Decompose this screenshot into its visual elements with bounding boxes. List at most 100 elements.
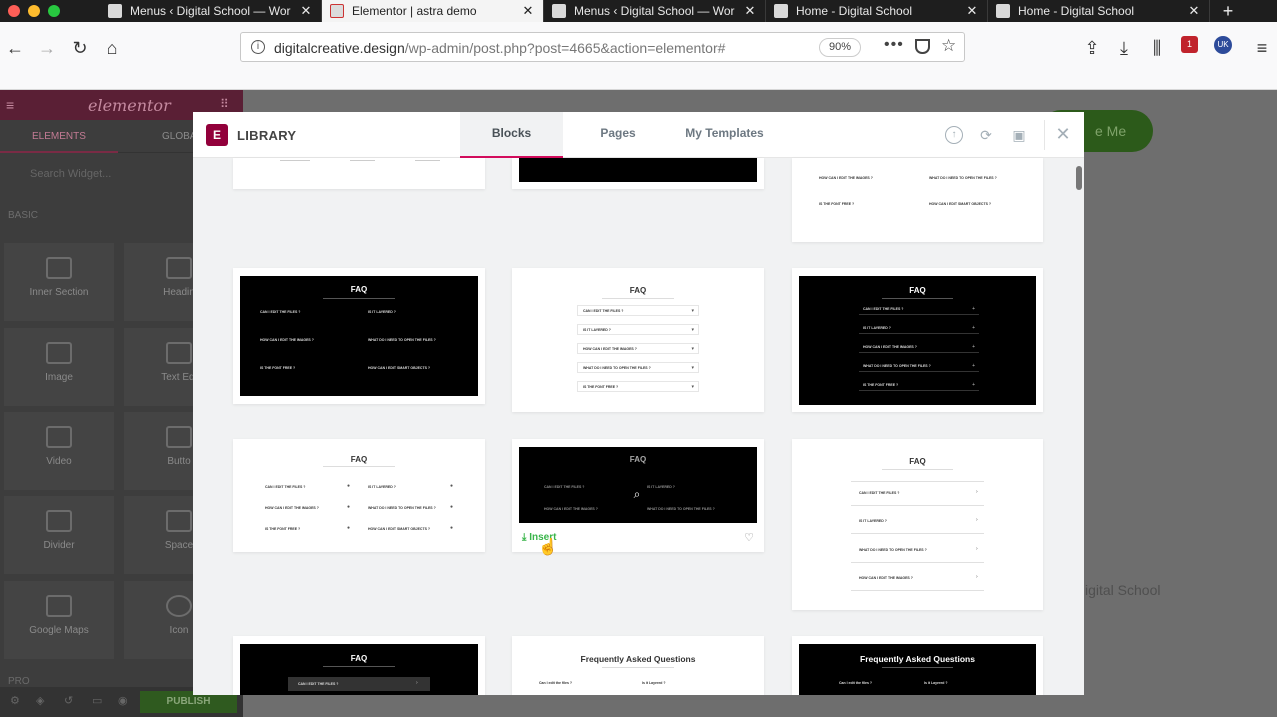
preview-icon[interactable]: ◉	[118, 694, 128, 707]
template-card[interactable]	[512, 158, 764, 189]
save-icon[interactable]: ▣	[1010, 126, 1028, 144]
template-card[interactable]: Frequently Asked Questions Can I edit th…	[512, 636, 764, 695]
tab-title: Elementor | astra demo	[352, 4, 477, 18]
chevron-icon: ›	[976, 517, 978, 523]
widget-label: Headin	[163, 287, 195, 298]
template-card[interactable]: Frequently Asked Questions Can I edit th…	[792, 636, 1043, 695]
zoom-in-icon[interactable]: ⌕	[630, 487, 644, 501]
forward-arrow-icon[interactable]: →	[35, 36, 59, 60]
template-card[interactable]: FAQ CAN I EDIT THE FILES ? ▾ IS IT LAYERE…	[512, 268, 764, 412]
download-icon[interactable]: ⤓	[1112, 36, 1136, 60]
maximize-window-button[interactable]	[48, 5, 60, 17]
tab-elements[interactable]: ELEMENTS	[32, 131, 86, 142]
widget-image[interactable]: Image	[4, 328, 114, 406]
plus-icon: +	[972, 344, 975, 350]
template-card[interactable]: FAQ CAN I EDIT THE FILES ? IS IT LAYERED…	[233, 268, 485, 404]
template-card-hovered[interactable]: FAQ CAN I EDIT THE FILES ? IS IT LAYERED…	[512, 439, 764, 552]
home-icon[interactable]: ⌂	[100, 36, 124, 60]
close-tab-icon[interactable]: ✕	[743, 3, 757, 19]
reload-icon[interactable]: ↻	[68, 36, 92, 60]
history-icon[interactable]: ↺	[64, 694, 73, 707]
widget-divider[interactable]: Divider	[4, 496, 114, 574]
circle-icon: ●	[450, 504, 454, 510]
preview-accordion-item: IS IT LAYERED ? ▾	[577, 324, 699, 335]
site-favicon-icon	[996, 4, 1010, 18]
tab-my-templates[interactable]: My Templates	[673, 112, 776, 158]
preview-question: IS THE FONT FREE ?	[863, 383, 899, 387]
back-arrow-icon[interactable]: ←	[3, 36, 27, 60]
info-icon[interactable]: i	[251, 40, 265, 54]
hamburger-menu-icon[interactable]: ≡	[1250, 36, 1274, 60]
close-tab-icon[interactable]: ✕	[1187, 3, 1201, 19]
minimize-window-button[interactable]	[28, 5, 40, 17]
widget-inner-section[interactable]: Inner Section	[4, 243, 114, 321]
browser-tab-2[interactable]: Elementor | astra demo ✕	[322, 0, 544, 22]
pocket-icon[interactable]	[915, 39, 930, 54]
preview-title: FAQ	[909, 286, 926, 295]
preview-line	[851, 562, 984, 563]
preview-question: Is it Layered ?	[924, 681, 948, 685]
browser-tab-5[interactable]: Home - Digital School ✕	[988, 0, 1210, 22]
template-card[interactable]: FAQ CAN I EDIT THE FILES ? ›	[233, 636, 485, 695]
extension-badge-icon[interactable]: 1	[1181, 36, 1198, 53]
scrollbar-thumb[interactable]	[1076, 166, 1082, 190]
favorite-heart-icon[interactable]: ♡	[744, 531, 754, 544]
widget-label: Space	[164, 540, 194, 551]
bookmarks-library-icon[interactable]: ⫼	[1145, 36, 1169, 60]
zoom-level-badge[interactable]: 90%	[819, 38, 861, 57]
template-card[interactable]: FAQ CAN I EDIT THE FILES ? ● IS IT LAYERE…	[233, 439, 485, 552]
preview-question: Can I edit the files ?	[539, 681, 573, 685]
widget-google-maps[interactable]: Google Maps	[4, 581, 114, 659]
browser-tab-4[interactable]: Home - Digital School ✕	[766, 0, 988, 22]
heading-icon	[166, 257, 192, 279]
address-bar[interactable]: i digitalcreative.design/wp-admin/post.p…	[240, 32, 965, 62]
new-tab-button[interactable]: +	[1210, 0, 1246, 22]
browser-tab-1[interactable]: Menus ‹ Digital School — Wor ✕	[100, 0, 322, 22]
preview-question: IS IT LAYERED ?	[368, 485, 396, 489]
preview-question: IS THE FONT FREE ?	[265, 527, 301, 531]
template-preview: Frequently Asked Questions Can I edit th…	[799, 644, 1036, 695]
preview-accordion-item: CAN I EDIT THE FILES ? ›	[288, 677, 430, 691]
hamburger-icon[interactable]: ≡	[6, 97, 14, 113]
responsive-icon[interactable]: ▭	[92, 694, 102, 707]
template-card[interactable]: FAQ CAN I EDIT THE FILES ? › IS IT LAYERE…	[792, 439, 1043, 610]
close-tab-icon[interactable]: ✕	[299, 3, 313, 19]
tab-blocks[interactable]: Blocks	[460, 112, 563, 158]
template-card[interactable]	[233, 158, 485, 189]
preview-title: Frequently Asked Questions	[580, 654, 696, 664]
preview-question: CAN I EDIT THE FILES ?	[298, 682, 339, 686]
circle-icon: ●	[450, 483, 454, 489]
chevron-icon: ›	[976, 489, 978, 495]
tab-pages[interactable]: Pages	[573, 112, 663, 158]
page-actions-icon[interactable]: •••	[884, 36, 904, 54]
layers-icon[interactable]: ◈	[36, 694, 44, 707]
locale-flag-icon[interactable]: UK	[1214, 36, 1232, 54]
close-icon[interactable]: ✕	[1053, 124, 1073, 144]
preview-hover-overlay[interactable]	[519, 447, 757, 523]
library-save-icon[interactable]: ⇪	[1080, 36, 1104, 60]
grid-icon[interactable]: ⠿	[220, 97, 229, 111]
sync-icon[interactable]: ⟳	[977, 126, 995, 144]
library-header: E LIBRARY Blocks Pages My Templates ↑ ⟳ …	[193, 112, 1084, 158]
tab-global[interactable]: GLOBA	[162, 131, 196, 142]
browser-tab-3[interactable]: Menus ‹ Digital School — Wor ✕	[544, 0, 766, 22]
close-tab-icon[interactable]: ✕	[965, 3, 979, 19]
columns-icon	[46, 257, 72, 279]
import-icon[interactable]: ↑	[945, 126, 963, 144]
widget-label: Google Maps	[29, 625, 89, 636]
library-scrollbar[interactable]	[1074, 158, 1084, 695]
preview-accordion-item: IS THE FONT FREE ? ▾	[577, 381, 699, 392]
template-preview: FAQ CAN I EDIT THE FILES ? + IS IT LAYERE…	[799, 276, 1036, 405]
template-card[interactable]: HOW CAN I EDIT THE IMAGES ? WHAT DO I NE…	[792, 158, 1043, 242]
widget-video[interactable]: Video	[4, 412, 114, 490]
bookmark-star-icon[interactable]: ☆	[941, 36, 956, 56]
close-tab-icon[interactable]: ✕	[521, 3, 535, 19]
preview-subtitle-line	[881, 667, 954, 668]
elementor-favicon-icon	[330, 4, 344, 18]
template-preview: FAQ CAN I EDIT THE FILES ? ›	[240, 644, 478, 695]
settings-icon[interactable]: ⚙	[10, 694, 20, 707]
template-card[interactable]: FAQ CAN I EDIT THE FILES ? + IS IT LAYERE…	[792, 268, 1043, 412]
close-window-button[interactable]	[8, 5, 20, 17]
url-text[interactable]: digitalcreative.design/wp-admin/post.php…	[274, 40, 725, 56]
url-path: /wp-admin/post.php?post=4665&action=elem…	[404, 40, 726, 56]
